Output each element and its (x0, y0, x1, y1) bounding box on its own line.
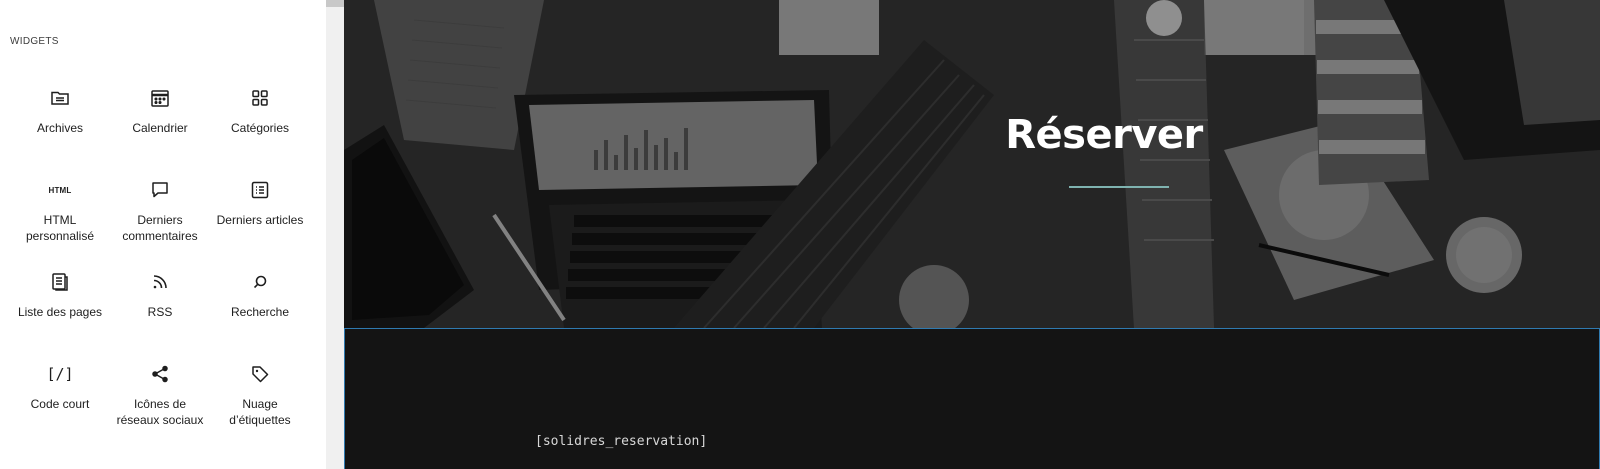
block-social-icons[interactable]: Icônes de réseaux sociaux (110, 354, 210, 446)
share-icon (148, 362, 172, 386)
block-custom-html[interactable]: HTML HTML personnalisé (10, 170, 110, 262)
cover-block[interactable]: Réserver (344, 0, 1600, 328)
block-page-list[interactable]: Liste des pages (10, 262, 110, 354)
block-archives[interactable]: Archives (10, 78, 110, 170)
block-latest-posts[interactable]: Derniers articles (210, 170, 310, 262)
block-latest-comments[interactable]: Derniers commentaires (110, 170, 210, 262)
heading-separator (1069, 186, 1169, 188)
post-list-icon (248, 178, 272, 202)
cover-heading[interactable]: Réserver (919, 112, 1289, 158)
block-label: Catégories (230, 121, 290, 135)
widgets-block-grid: Archives Calendrier Catégories HTML HTML… (10, 78, 310, 446)
selected-group-block[interactable]: [solidres_reservation] (344, 328, 1600, 469)
block-label: Archives (36, 121, 83, 135)
html-icon: HTML (48, 185, 72, 195)
block-rss[interactable]: RSS (110, 262, 210, 354)
block-label: Nuage d’étiquettes (229, 397, 291, 427)
block-search[interactable]: Recherche (210, 262, 310, 354)
panel-scrollbar[interactable] (326, 0, 344, 469)
cover-background-image (344, 0, 1600, 328)
panel-scrollbar-thumb[interactable] (326, 0, 344, 7)
block-label: Code court (30, 397, 90, 411)
categories-icon (248, 86, 272, 110)
block-tag-cloud[interactable]: Nuage d’étiquettes (210, 354, 310, 446)
archives-icon (48, 86, 72, 110)
tag-icon (248, 362, 272, 386)
block-categories[interactable]: Catégories (210, 78, 310, 170)
block-label: Derniers articles (216, 213, 304, 227)
editor-canvas: Réserver [solidres_reservation] (344, 0, 1600, 469)
block-label: Icônes de réseaux sociaux (116, 397, 204, 427)
block-label: Liste des pages (17, 305, 103, 319)
rss-icon (148, 270, 172, 294)
calendar-icon (148, 86, 172, 110)
block-label: HTML personnalisé (25, 213, 95, 243)
shortcode-text[interactable]: [solidres_reservation] (535, 434, 707, 449)
block-label: Recherche (230, 305, 290, 319)
search-icon (248, 270, 272, 294)
block-shortcode[interactable]: [/] Code court (10, 354, 110, 446)
block-calendar[interactable]: Calendrier (110, 78, 210, 170)
block-label: RSS (147, 305, 173, 319)
block-inserter-panel: WIDGETS Archives Calendrier Catégories H… (0, 0, 326, 469)
block-label: Derniers commentaires (122, 213, 198, 243)
comment-icon (148, 178, 172, 202)
block-label: Calendrier (132, 121, 188, 135)
pages-icon (48, 270, 72, 294)
widgets-section-title: WIDGETS (10, 36, 59, 47)
shortcode-icon: [/] (46, 365, 74, 383)
